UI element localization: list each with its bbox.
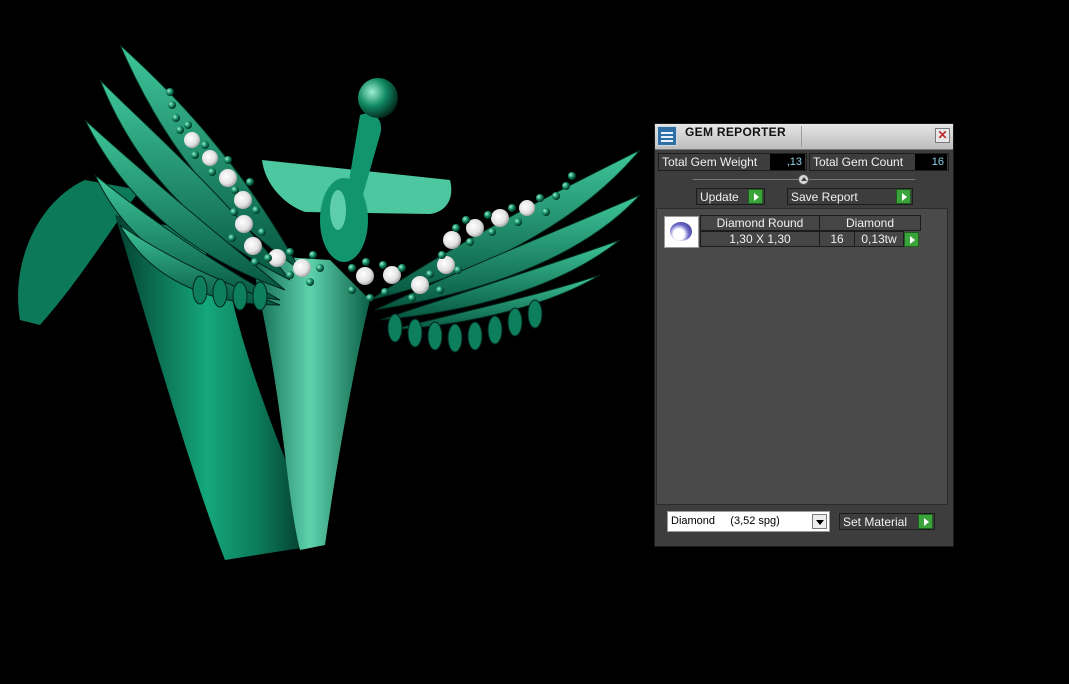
title-divider <box>801 126 802 147</box>
ring-model <box>18 44 641 560</box>
ring-3d-viewport[interactable] <box>0 0 650 684</box>
gem-shape-cell: Diamond Round <box>700 215 820 231</box>
gem-list[interactable]: Diamond Round Diamond 1,30 X 1,30 16 0,1… <box>656 208 948 505</box>
set-material-button-label: Set Material <box>843 515 908 529</box>
material-select[interactable]: Diamond (3,52 spg) <box>667 511 830 532</box>
panel-title: GEM REPORTER <box>685 125 786 139</box>
gem-reporter-panel: GEM REPORTER ✕ Total Gem Weight ,13 Tota… <box>654 123 954 547</box>
set-material-button[interactable]: Set Material <box>839 513 935 530</box>
diamond-round-icon <box>664 216 699 248</box>
update-button-label: Update <box>700 190 739 204</box>
gem-weight-cell: 0,13tw <box>854 231 904 247</box>
gem-material-cell: Diamond <box>819 215 921 231</box>
set-material-arrow-icon[interactable] <box>918 514 933 529</box>
total-gem-weight-value: ,13 <box>770 154 805 170</box>
material-select-value: Diamond (3,52 spg) <box>671 515 780 527</box>
gem-reporter-app-icon <box>657 126 677 146</box>
chevron-down-icon[interactable] <box>812 514 827 529</box>
gem-size-cell: 1,30 X 1,30 <box>700 231 820 247</box>
gem-count-cell: 16 <box>819 231 855 247</box>
save-report-button-label: Save Report <box>791 190 858 204</box>
panel-titlebar[interactable]: GEM REPORTER ✕ <box>655 124 953 150</box>
save-report-button[interactable]: Save Report <box>787 188 913 205</box>
gem-row-arrow-icon[interactable] <box>904 232 919 247</box>
update-button[interactable]: Update <box>696 188 765 205</box>
close-icon[interactable]: ✕ <box>935 128 950 143</box>
save-report-arrow-icon[interactable] <box>896 189 911 204</box>
total-gem-count-value: 16 <box>915 154 947 170</box>
zoom-slider-thumb[interactable] <box>798 174 809 185</box>
update-arrow-icon[interactable] <box>748 189 763 204</box>
